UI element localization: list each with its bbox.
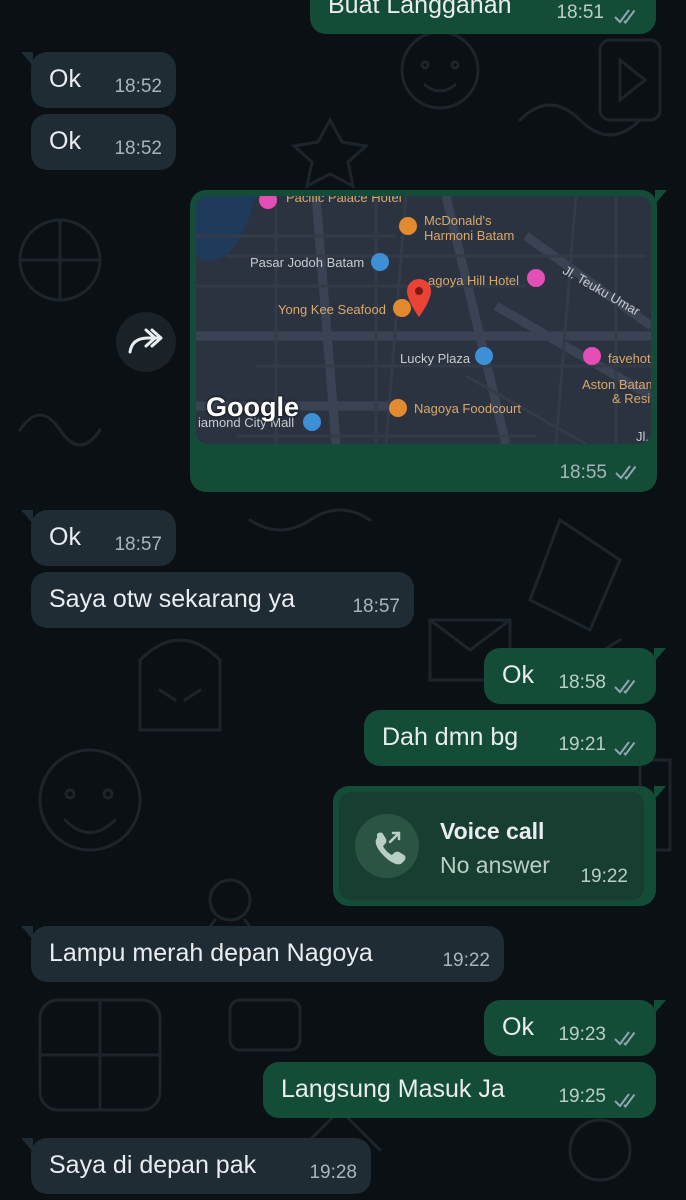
message-time: 18:57 [114,534,162,555]
map-place-label: Pasar Jodoh Batam [250,255,365,270]
message-bubble-incoming[interactable]: Saya di depan pak 19:28 [21,1138,371,1194]
map-place-label: Pacific Palace Hotel [286,196,402,205]
message-bubble-incoming[interactable]: Ok 18:57 [21,510,176,566]
map-place-label: favehot [608,351,651,366]
call-title: Voice call [440,818,545,844]
message-bubble-outgoing[interactable]: Dah dmn bg 19:21 [364,710,656,766]
restaurant-pin-icon [399,217,417,235]
missed-outgoing-call-icon [375,831,406,865]
message-time: 18:57 [352,596,400,617]
message-bubble-incoming[interactable]: Saya otw sekarang ya 18:57 [31,572,414,628]
message-bubble-incoming[interactable]: Ok 18:52 [31,114,176,170]
hotel-pin-icon [583,347,601,365]
message-text: Ok [49,127,81,155]
message-bubble-incoming[interactable]: Ok 18:52 [21,52,176,108]
restaurant-pin-icon [389,399,407,417]
call-status: No answer [440,852,550,878]
map-preview[interactable]: Pacific Palace Hotel McDonald's Harmoni … [196,196,651,444]
message-time: 18:58 [558,672,606,693]
location-message-bubble[interactable]: Pacific Palace Hotel McDonald's Harmoni … [190,190,667,492]
shopping-pin-icon [371,253,389,271]
message-text: Dah dmn bg [382,723,519,751]
message-time: 18:51 [556,2,604,23]
map-place-label: Harmoni Batam [424,228,515,243]
forward-button[interactable] [116,312,176,372]
map-place-label: & Resi [612,391,651,406]
location-pin-icon [407,279,431,317]
shopping-pin-icon [303,413,321,431]
voice-call-card[interactable]: Voice call No answer 19:22 [339,792,644,900]
map-place-label: Lucky Plaza [400,351,471,366]
message-time: 18:55 [559,462,607,483]
map-place-label: Yong Kee Seafood [278,302,386,317]
voice-call-message[interactable]: Voice call No answer 19:22 [333,786,666,906]
message-time: 19:25 [558,1086,606,1107]
double-check-icon [614,9,636,24]
message-text: Ok [502,1013,534,1041]
map-street-label: Jl. [636,429,649,444]
google-logo: Google [206,392,299,422]
message-time: 18:52 [114,138,162,159]
hotel-pin-icon [259,196,277,209]
message-bubble-outgoing[interactable]: Langsung Masuk Ja 19:25 [263,1062,656,1118]
hotel-pin-icon [527,269,545,287]
double-check-icon [614,679,636,694]
double-check-icon [614,1031,636,1046]
message-time: 18:52 [114,76,162,97]
map-place-label: McDonald's [424,213,492,228]
message-text: Lampu merah depan Nagoya [49,939,373,967]
message-bubble-incoming[interactable]: Lampu merah depan Nagoya 19:22 [21,926,504,982]
message-time: 19:21 [558,734,606,755]
message-time: 19:22 [580,866,628,887]
map-place-label: agoya Hill Hotel [428,273,520,288]
message-text: Ok [502,661,534,689]
map-place-label: Aston Batam [582,377,651,392]
message-text: Langsung Masuk Ja [281,1075,505,1103]
message-text: Saya di depan pak [49,1151,257,1179]
message-bubble-outgoing[interactable]: Buat Langganan 18:51 [310,0,656,34]
message-text: Ok [49,523,81,551]
message-time: 19:23 [558,1024,606,1045]
message-text: Buat Langganan [328,0,512,19]
message-time: 19:28 [309,1162,357,1183]
message-text: Ok [49,65,81,93]
shopping-pin-icon [475,347,493,365]
map-place-label: Nagoya Foodcourt [414,401,521,416]
forward-icon [128,328,163,354]
message-text: Saya otw sekarang ya [49,585,295,613]
call-icon-circle [355,814,419,878]
message-bubble-outgoing[interactable]: Ok 18:58 [484,648,666,704]
double-check-icon [615,465,637,480]
double-check-icon [614,1093,636,1108]
message-time: 19:22 [442,950,490,971]
message-bubble-outgoing[interactable]: Ok 19:23 [484,1000,666,1056]
double-check-icon [614,741,636,756]
